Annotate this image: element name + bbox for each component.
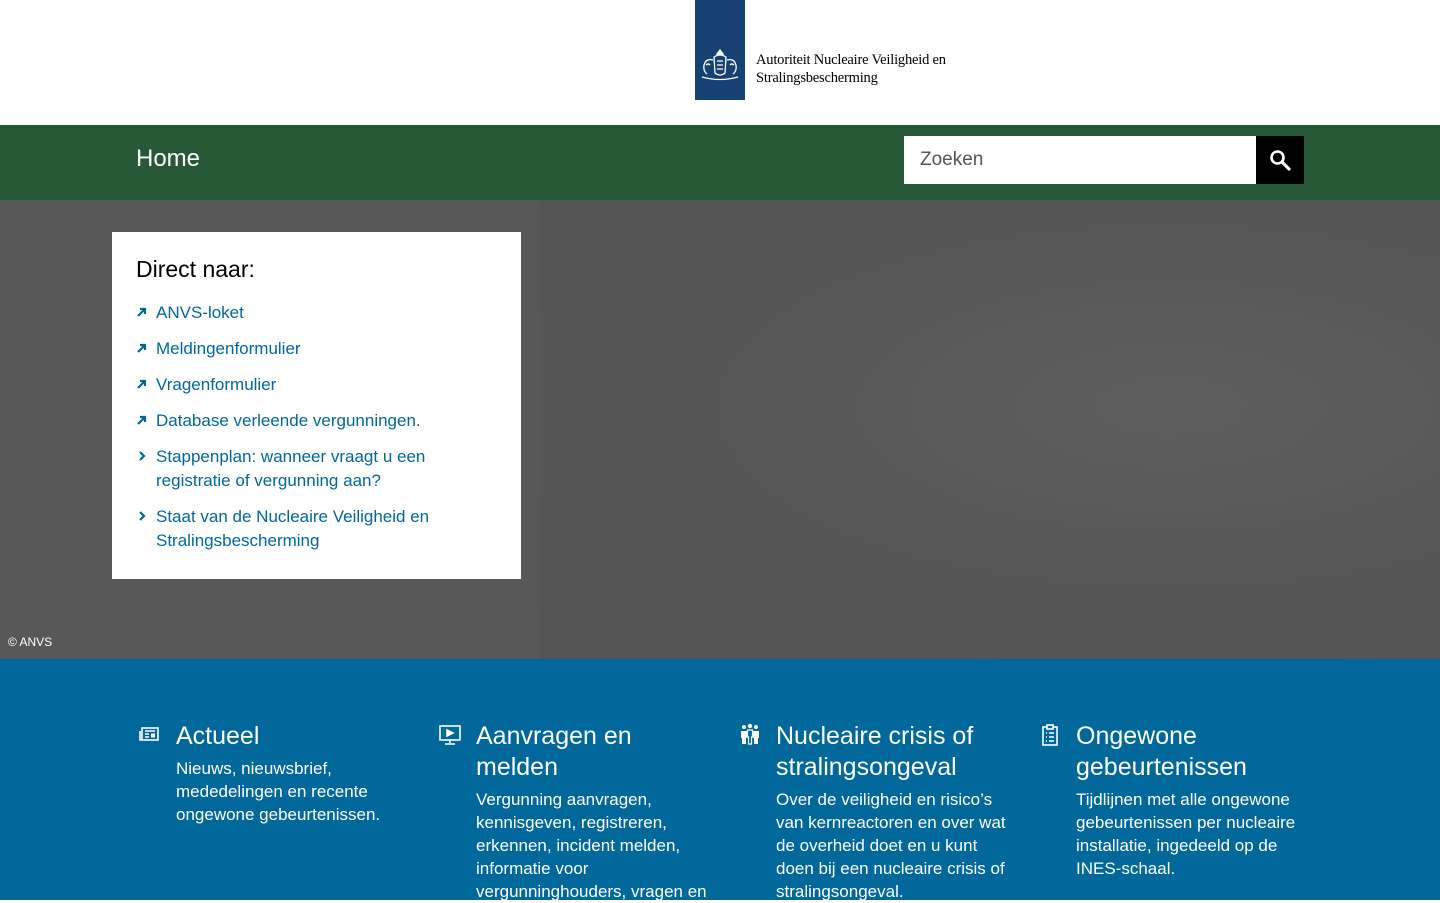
monitor-icon [439,725,461,745]
list-item: Staat van de Nucleaire Veiligheid en Str… [136,505,497,553]
organization-name-line1: Autoriteit Nucleaire Veiligheid en [756,52,946,68]
topic-description: Over de veiligheid en risico’s van kernr… [776,790,1006,901]
logo-emblem[interactable] [695,0,745,100]
list-item: Database verleende vergunningen. [136,409,497,433]
topics-section: Actueel Nieuws, nieuwsbrief, mededelinge… [0,659,1440,903]
topic-description: Tijdlijnen met alle ongewone gebeurtenis… [1076,790,1296,878]
external-arrow-icon [137,343,147,353]
external-arrow-icon [137,415,147,425]
topic-tile-actueel[interactable]: Actueel Nieuws, nieuwsbrief, mededelinge… [139,721,416,826]
image-copyright: © ANVS [8,635,53,649]
topic-title: Nucleaire crisis of stralingsongeval [776,722,974,781]
external-arrow-icon [137,307,147,317]
search-input[interactable] [904,136,1256,184]
people-icon [741,723,759,745]
topic-tile-aanvragen[interactable]: Aanvragen en melden Vergunning aanvragen… [439,721,716,903]
link-staat-nucleaire-veiligheid[interactable]: Staat van de Nucleaire Veiligheid en Str… [156,507,429,550]
hero-background-image [540,200,1440,659]
link-anvs-loket[interactable]: ANVS-loket [156,303,244,322]
topic-title: Ongewone gebeurtenissen [1076,722,1247,781]
chevron-right-icon [139,511,146,521]
link-stappenplan[interactable]: Stappenplan: wanneer vraagt u een regist… [156,447,425,490]
direct-links-panel: Direct naar: ANVS-loket Meldingenformuli… [112,232,521,579]
organization-name: Autoriteit Nucleaire Veiligheid en Stral… [756,51,946,87]
list-item: Vragenformulier [136,373,497,397]
topic-tile-nucleaire-crisis[interactable]: Nucleaire crisis of stralingsongeval Ove… [741,721,1016,903]
main-navigation: Home [0,125,1440,200]
external-arrow-icon [137,379,147,389]
search-button[interactable] [1256,136,1304,184]
list-item: Stappenplan: wanneer vraagt u een regist… [136,445,497,493]
direct-links-list: ANVS-loket Meldingenformulier Vragenform… [136,301,497,553]
chevron-right-icon [139,451,146,461]
nav-home-link[interactable]: Home [136,145,200,173]
clipboard-icon [1042,724,1058,746]
link-vragenformulier[interactable]: Vragenformulier [156,375,276,394]
search-icon [1270,150,1291,171]
topic-description: Vergunning aanvragen, kennisgeven, regis… [476,790,707,901]
link-meldingenformulier[interactable]: Meldingenformulier [156,339,301,358]
coat-of-arms-icon [701,48,739,81]
topic-tile-ongewone-gebeurtenissen[interactable]: Ongewone gebeurtenissen Tijdlijnen met a… [1042,721,1316,880]
organization-name-line2: Stralingsbescherming [756,70,878,86]
topic-title: Aanvragen en melden [476,722,632,781]
site-header: Autoriteit Nucleaire Veiligheid en Stral… [0,0,1440,125]
link-database-vergunningen[interactable]: Database verleende vergunningen. [156,411,421,430]
list-item: ANVS-loket [136,301,497,325]
topic-description: Nieuws, nieuwsbrief, mededelingen en rec… [176,759,381,824]
topic-title: Actueel [176,722,260,750]
list-item: Meldingenformulier [136,337,497,361]
hero-banner: Direct naar: ANVS-loket Meldingenformuli… [0,200,1440,659]
direct-links-title: Direct naar: [136,256,255,282]
newspaper-icon [139,727,159,741]
